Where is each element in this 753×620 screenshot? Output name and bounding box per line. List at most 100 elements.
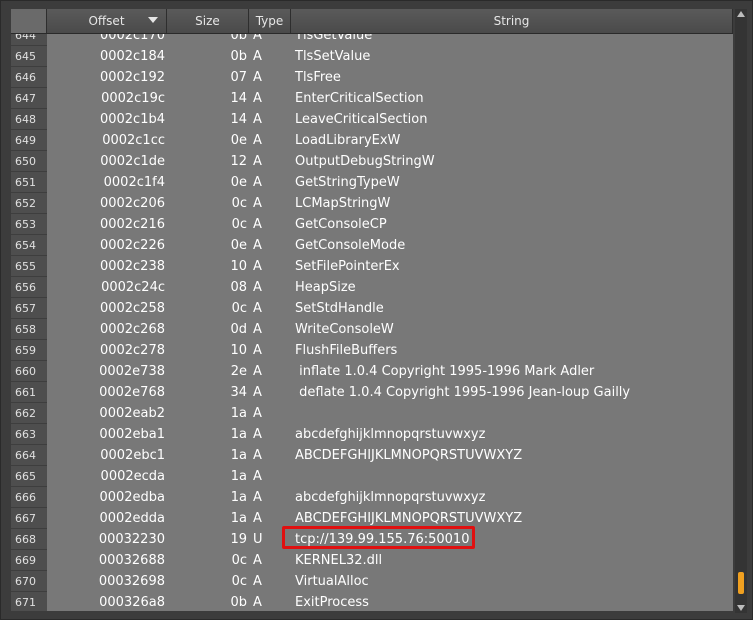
row-string: LCMapStringW: [295, 196, 391, 211]
table-row[interactable]: 668 00032230 19 Utcp://139.99.155.76:50010: [11, 529, 733, 550]
row-offset: 000326a8: [99, 595, 165, 610]
row-index: 661: [11, 382, 47, 403]
row-type: A: [253, 175, 262, 190]
table-row[interactable]: 649 0002c1cc 0e A LoadLibraryExW: [11, 130, 733, 151]
row-index: 653: [11, 214, 47, 235]
table-row[interactable]: 663 0002eba1 1a Aabcdefghijklmnopqrstuvwxyz: [11, 424, 733, 445]
row-size: 0e: [230, 238, 247, 253]
row-size: 1a: [230, 427, 247, 442]
row-string: LoadLibraryExW: [295, 133, 401, 148]
table-row[interactable]: 654 0002c226 0e A GetConsoleMode: [11, 235, 733, 256]
table-row[interactable]: 655 0002c238 10 A SetFilePointerEx: [11, 256, 733, 277]
row-string: ExitProcess: [295, 595, 369, 610]
row-string: HeapSize: [295, 280, 356, 295]
table-row[interactable]: 662 0002eab2 1a A: [11, 403, 733, 424]
row-string: ABCDEFGHIJKLMNOPQRSTUVWXYZ: [295, 511, 523, 526]
table-row[interactable]: 667 0002edda 1a A ABCDEFGHIJKLMNOPQRSTUVWXYZ: [11, 508, 733, 529]
row-type: A: [253, 217, 262, 232]
row-offset: 00032698: [98, 574, 165, 589]
row-string: TlsSetValue: [295, 49, 371, 64]
strings-window: Offset Size Type String 644 0002c170 0b A Tl…: [0, 0, 753, 620]
row-type: A: [253, 343, 262, 358]
row-index: 662: [11, 403, 47, 424]
table-row[interactable]: 648 0002c1b4 14 A LeaveCriticalSection: [11, 109, 733, 130]
table-row[interactable]: 664 0002ebc1 1a A ABCDEFGHIJKLMNOPQRSTUVWXYZ: [11, 445, 733, 466]
row-offset: 0002c19c: [101, 91, 165, 106]
table-row[interactable]: 650 0002c1de 12 A OutputDebugStringW: [11, 151, 733, 172]
row-size: 0e: [230, 175, 247, 190]
chevron-down-icon[interactable]: [737, 605, 745, 611]
row-string: abcdefghijklmnopqrstuvwxyz: [295, 490, 486, 505]
row-type: A: [253, 34, 262, 43]
chevron-up-icon[interactable]: [737, 11, 745, 17]
row-size: 34: [230, 385, 247, 400]
table-row[interactable]: 659 0002c278 10 A FlushFileBuffers: [11, 340, 733, 361]
row-size: 14: [230, 91, 247, 106]
row-offset: 0002c1f4: [103, 175, 165, 190]
row-type: A: [253, 259, 262, 274]
row-index: 664: [11, 445, 47, 466]
row-offset: 0002c184: [99, 49, 165, 64]
row-offset: 0002edba: [99, 490, 165, 505]
header-offset-label: Offset: [88, 14, 125, 28]
row-index: 654: [11, 235, 47, 256]
row-index: 651: [11, 172, 47, 193]
table-row[interactable]: 669 00032688 0c A KERNEL32.dll: [11, 550, 733, 571]
row-offset: 0002c268: [99, 322, 165, 337]
row-index: 666: [11, 487, 47, 508]
row-string: TlsGetValue: [295, 34, 373, 43]
row-type: A: [253, 91, 262, 106]
row-index: 669: [11, 550, 47, 571]
row-size: 14: [230, 112, 247, 127]
table-row[interactable]: 671 000326a8 0b A ExitProcess: [11, 592, 733, 611]
row-type: A: [253, 196, 262, 211]
row-type: A: [253, 364, 262, 379]
row-size: 0c: [231, 196, 247, 211]
table-row[interactable]: 646 0002c192 07 A TlsFree: [11, 67, 733, 88]
header-string[interactable]: String: [291, 9, 733, 33]
header-offset[interactable]: Offset: [47, 9, 167, 33]
row-size: 0c: [231, 301, 247, 316]
row-size: 1a: [230, 511, 247, 526]
table-row[interactable]: 661 0002e768 34 A deflate 1.0.4 Copyright 1…: [11, 382, 733, 403]
row-type: A: [253, 427, 262, 442]
row-size: 1a: [230, 490, 247, 505]
row-index: 668: [11, 529, 47, 550]
row-index: 657: [11, 298, 47, 319]
row-size: 0c: [231, 217, 247, 232]
header-size[interactable]: Size: [167, 9, 249, 33]
table-row[interactable]: 666 0002edba 1a Aabcdefghijklmnopqrstuvwxyz: [11, 487, 733, 508]
vertical-scrollbar[interactable]: [735, 9, 747, 613]
table-row[interactable]: 657 0002c258 0c A SetStdHandle: [11, 298, 733, 319]
header-string-label: String: [493, 14, 530, 28]
scrollbar-thumb[interactable]: [738, 572, 744, 594]
table-row[interactable]: 656 0002c24c 08 A HeapSize: [11, 277, 733, 298]
table-row[interactable]: 645 0002c184 0b A TlsSetValue: [11, 46, 733, 67]
table-row[interactable]: 652 0002c206 0c A LCMapStringW: [11, 193, 733, 214]
header-type[interactable]: Type: [249, 9, 291, 33]
row-type: A: [253, 553, 262, 568]
table-row[interactable]: 658 0002c268 0d A WriteConsoleW: [11, 319, 733, 340]
row-index: 647: [11, 88, 47, 109]
row-offset: 0002c192: [99, 70, 165, 85]
row-offset: 0002c1cc: [102, 133, 165, 148]
table-row[interactable]: 653 0002c216 0c A GetConsoleCP: [11, 214, 733, 235]
row-string: GetStringTypeW: [295, 175, 400, 190]
table-row[interactable]: 651 0002c1f4 0e A GetStringTypeW: [11, 172, 733, 193]
row-index: 659: [11, 340, 47, 361]
row-index: 652: [11, 193, 47, 214]
row-index: 667: [11, 508, 47, 529]
table-row[interactable]: 665 0002ecda 1a A: [11, 466, 733, 487]
row-index: 663: [11, 424, 47, 445]
table-row[interactable]: 660 0002e738 2e A inflate 1.0.4 Copyright 1…: [11, 361, 733, 382]
table-row[interactable]: 647 0002c19c 14 A EnterCriticalSection: [11, 88, 733, 109]
row-offset: 0002c258: [99, 301, 165, 316]
row-type: A: [253, 238, 262, 253]
table-row[interactable]: 670 00032698 0c A VirtualAlloc: [11, 571, 733, 592]
row-index: 671: [11, 592, 47, 611]
header-index-corner[interactable]: [11, 9, 47, 33]
row-offset: 0002c238: [99, 259, 165, 274]
row-type: U: [253, 532, 263, 547]
table-row[interactable]: 644 0002c170 0b A TlsGetValue: [11, 34, 733, 46]
row-size: 0c: [231, 553, 247, 568]
